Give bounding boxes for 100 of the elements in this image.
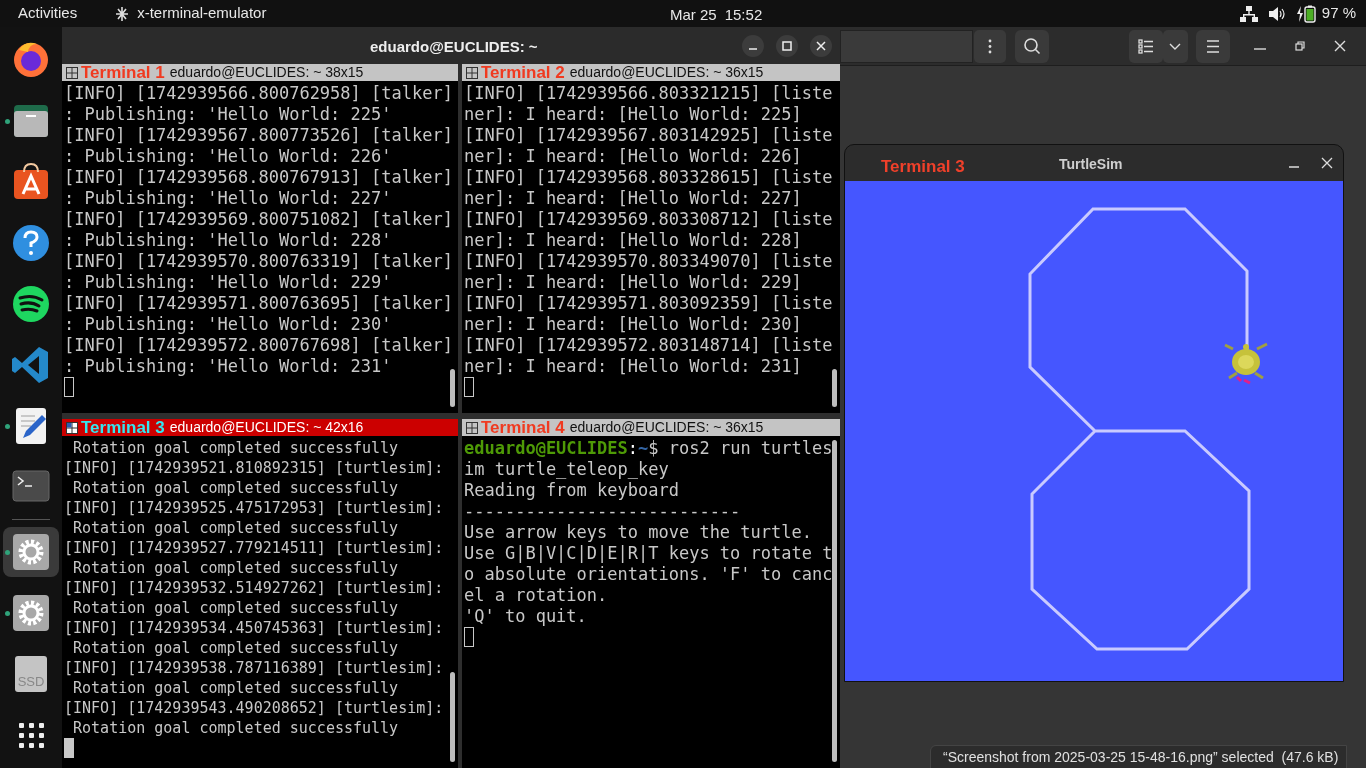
terminal-line: : Publishing: 'Hello World: 228': [64, 230, 393, 251]
battery-percentage[interactable]: 97 %: [1321, 2, 1356, 25]
pane-info: eduardo@EUCLIDES: ~ 36x15: [569, 64, 764, 81]
pane-header[interactable]: Terminal 3 eduardo@EUCLIDES: ~ 42x16: [62, 419, 458, 436]
activities-button[interactable]: Activities: [18, 2, 78, 25]
time-text[interactable]: 15:52: [724, 4, 763, 27]
scrollbar[interactable]: [832, 369, 837, 407]
pane-header[interactable]: Terminal 1 eduardo@EUCLIDES: ~ 38x15: [62, 64, 458, 81]
terminal-line: [INFO] [1742939525.475172953] [turtlesim]:: [64, 498, 445, 518]
terminal-line: Rotation goal completed successfully: [72, 678, 400, 698]
close-button[interactable]: [1321, 157, 1333, 169]
pane-title: Terminal 4: [481, 419, 565, 436]
terminal-line: [INFO] [1742939571.803092359] [liste: [464, 293, 834, 314]
sound-waves-icon[interactable]: [11, 284, 51, 324]
date-text[interactable]: Mar 25: [670, 4, 717, 27]
pane-icon: [65, 65, 79, 80]
terminal-line: ner]: I heard: [Hello World: 228]: [464, 230, 803, 251]
volume-icon: [1267, 5, 1286, 22]
caret-icon[interactable]: [1163, 30, 1188, 63]
minimize-button[interactable]: [742, 34, 764, 57]
window-title: TurtleSim: [1059, 155, 1123, 174]
terminal-line: Use arrow keys to move the turtle.: [464, 522, 813, 543]
terminal-line: [INFO] [1742939527.779214511] [turtlesim]:: [64, 538, 445, 558]
pane-info: eduardo@EUCLIDES: ~ 42x16: [169, 419, 364, 436]
list-view-button[interactable]: [1129, 30, 1163, 63]
terminal-line: [INFO] [1742939568.803328615] [liste: [464, 167, 834, 188]
window-title: eduardo@EUCLIDES: ~: [370, 37, 538, 57]
pane-icon: [465, 420, 479, 435]
terminal-line: : Publishing: 'Hello World: 226': [64, 146, 393, 167]
terminal-line: Rotation goal completed successfully: [72, 718, 400, 738]
shopping-bag-icon[interactable]: [11, 162, 51, 202]
pane-icon: [65, 420, 79, 435]
code-editor-icon[interactable]: [11, 345, 51, 385]
help-icon[interactable]: [11, 223, 51, 263]
terminal-line: [INFO] [1742939572.803148714] [liste: [464, 335, 834, 356]
terminal-line: [INFO] [1742939543.490208652] [turtlesim]:: [64, 698, 445, 718]
terminal-line: [INFO] [1742939570.800763319] [talker]: [64, 251, 454, 272]
prompt-line: eduardo@EUCLIDES:~$ ros2 run turtles: [464, 438, 834, 459]
terminal-line: [INFO] [1742939566.800762958] [talker]: [64, 83, 454, 104]
terminal-line: [INFO] [1742939534.450745363] [turtlesim]:: [64, 618, 445, 638]
network-icon: [1239, 5, 1258, 22]
terminal-line: [INFO] [1742939567.800773526] [talker]: [64, 125, 454, 146]
pane-header[interactable]: Terminal 2 eduardo@EUCLIDES: ~ 36x15: [462, 64, 840, 81]
terminal-line: ---------------------------: [464, 501, 742, 522]
scrollbar[interactable]: [450, 672, 455, 762]
terminal-line: [INFO] [1742939538.787116389] [turtlesim]:: [64, 658, 445, 678]
scrollbar[interactable]: [450, 369, 455, 407]
terminal-line: [INFO] [1742939569.803308712] [liste: [464, 209, 834, 230]
turtlesim-window[interactable]: Terminal 3 TurtleSim: [844, 144, 1344, 682]
terminal-line: [INFO] [1742939572.800767698] [talker]: [64, 335, 454, 356]
pane-info: eduardo@EUCLIDES: ~ 36x15: [569, 419, 764, 436]
gear-icon[interactable]: [11, 593, 51, 633]
app-menu[interactable]: x-terminal-emulator: [137, 2, 267, 25]
terminal-line: [INFO] [1742939570.803349070] [liste: [464, 251, 834, 272]
terminal-line: : Publishing: 'Hello World: 225': [64, 104, 393, 125]
terminal-line: : Publishing: 'Hello World: 229': [64, 272, 393, 293]
terminal-line: [INFO] [1742939571.800763695] [talker]: [64, 293, 454, 314]
gear-icon[interactable]: [11, 532, 51, 572]
search-button[interactable]: [1015, 30, 1049, 63]
status-overlay: “Screenshot from 2025-03-25 15-48-16.png” selected (47.6 kB): [930, 745, 1348, 768]
close-button[interactable]: [1333, 39, 1347, 53]
terminal-line: Rotation goal completed successfully: [72, 558, 400, 578]
pane-title: Terminal 1: [81, 64, 165, 81]
terminal-line: ner]: I heard: [Hello World: 230]: [464, 314, 803, 335]
battery-icon: [1295, 4, 1316, 23]
terminal-line: [INFO] [1742939566.803321215] [liste: [464, 83, 834, 104]
terminal-line: o absolute orientations. 'F' to canc: [464, 564, 834, 585]
terminal-line: ner]: I heard: [Hello World: 226]: [464, 146, 803, 167]
pane-icon: [465, 65, 479, 80]
terminal-line: Reading from keyboard: [464, 480, 680, 501]
terminal-line: Use G|B|V|C|D|E|R|T keys to rotate t: [464, 543, 834, 564]
terminal-line: [INFO] [1742939569.800751082] [talker]: [64, 209, 454, 230]
turtle-icon: [1223, 342, 1269, 385]
menu-button[interactable]: [1196, 30, 1230, 63]
terminal-line: [INFO] [1742939567.803142925] [liste: [464, 125, 834, 146]
maximize-button[interactable]: [776, 34, 798, 57]
terminal-line: Rotation goal completed successfully: [72, 638, 400, 658]
terminal-line: 'Q' to quit.: [464, 606, 588, 627]
terminal-line: [INFO] [1742939521.810892315] [turtlesim]:: [64, 458, 445, 478]
terminal-line: ner]: I heard: [Hello World: 231]: [464, 356, 803, 377]
pane-title: Terminal 3: [81, 419, 165, 436]
close-button[interactable]: [810, 34, 832, 57]
terminal-line: : Publishing: 'Hello World: 230': [64, 314, 393, 335]
terminal-line: : Publishing: 'Hello World: 227': [64, 188, 393, 209]
terminal-line: Rotation goal completed successfully: [72, 598, 400, 618]
terminal-line: [INFO] [1742939532.514927262] [turtlesim]:: [64, 578, 445, 598]
terminal-line: el a rotation.: [464, 585, 609, 606]
terminal-line: Rotation goal completed successfully: [72, 438, 400, 458]
restore-button[interactable]: [1293, 39, 1307, 53]
pane-header[interactable]: Terminal 4 eduardo@EUCLIDES: ~ 36x15: [462, 419, 840, 436]
scrollbar[interactable]: [832, 440, 837, 762]
terminal-line: im turtle_teleop_key: [464, 459, 670, 480]
browser-icon[interactable]: [11, 40, 51, 80]
terminal-line: Rotation goal completed successfully: [72, 518, 400, 538]
terminal-line: ner]: I heard: [Hello World: 229]: [464, 272, 803, 293]
terminal-line: [INFO] [1742939568.800767913] [talker]: [64, 167, 454, 188]
terminal-line: Rotation goal completed successfully: [72, 478, 400, 498]
pane-info: eduardo@EUCLIDES: ~ 38x15: [169, 64, 364, 81]
window-label: Terminal 3: [881, 156, 965, 178]
terminal-line: ner]: I heard: [Hello World: 227]: [464, 188, 803, 209]
